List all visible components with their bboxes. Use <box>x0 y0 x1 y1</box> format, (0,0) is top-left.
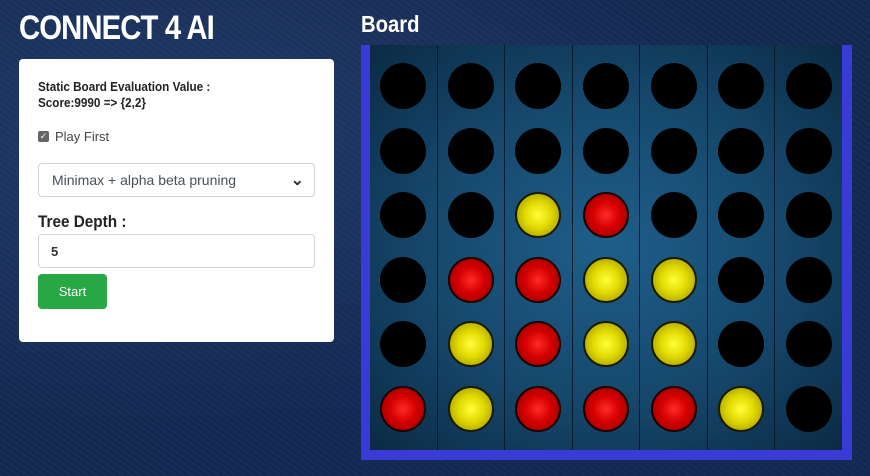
board-column-1[interactable] <box>370 45 438 450</box>
empty-slot <box>583 127 630 174</box>
yellow-disc <box>718 385 765 432</box>
empty-slot <box>380 127 427 174</box>
board-column-3[interactable] <box>505 45 573 450</box>
red-disc <box>515 385 562 432</box>
empty-slot <box>447 127 494 174</box>
evaluation-display: Static Board Evaluation Value : Score:99… <box>38 79 210 111</box>
empty-slot <box>718 127 765 174</box>
empty-slot <box>718 256 765 303</box>
algorithm-select[interactable]: Minimax + alpha beta pruning ⌄ <box>38 163 315 197</box>
yellow-disc <box>650 321 697 368</box>
empty-slot <box>380 192 427 239</box>
evaluation-score: Score:9990 => {2,2} <box>38 95 146 110</box>
empty-slot <box>380 321 427 368</box>
tree-depth-value: 5 <box>51 243 59 259</box>
empty-slot <box>380 63 427 110</box>
empty-slot <box>718 192 765 239</box>
yellow-disc <box>447 385 494 432</box>
algorithm-selected-value: Minimax + alpha beta pruning <box>52 172 237 188</box>
empty-slot <box>650 192 697 239</box>
red-disc <box>447 256 494 303</box>
empty-slot <box>515 127 562 174</box>
start-button[interactable]: Start <box>38 274 107 309</box>
board-column-2[interactable] <box>438 45 506 450</box>
game-board <box>370 45 842 450</box>
tree-depth-label: Tree Depth : <box>38 212 127 231</box>
control-panel: Static Board Evaluation Value : Score:99… <box>19 59 334 342</box>
board-column-4[interactable] <box>573 45 641 450</box>
play-first-label: Play First <box>55 129 110 144</box>
evaluation-label: Static Board Evaluation Value : <box>38 79 211 94</box>
empty-slot <box>380 256 427 303</box>
empty-slot <box>785 192 832 239</box>
empty-slot <box>650 127 697 174</box>
red-disc <box>650 385 697 432</box>
empty-slot <box>718 321 765 368</box>
empty-slot <box>785 63 832 110</box>
empty-slot <box>583 63 630 110</box>
yellow-disc <box>583 256 630 303</box>
yellow-disc <box>447 321 494 368</box>
red-disc <box>515 256 562 303</box>
red-disc <box>380 385 427 432</box>
empty-slot <box>785 321 832 368</box>
yellow-disc <box>583 321 630 368</box>
board-column-6[interactable] <box>708 45 776 450</box>
yellow-disc <box>650 256 697 303</box>
empty-slot <box>718 63 765 110</box>
empty-slot <box>785 385 832 432</box>
empty-slot <box>447 63 494 110</box>
red-disc <box>515 321 562 368</box>
red-disc <box>583 192 630 239</box>
empty-slot <box>785 256 832 303</box>
empty-slot <box>447 192 494 239</box>
board-column-5[interactable] <box>640 45 708 450</box>
play-first-checkbox[interactable]: ✓ <box>38 131 49 142</box>
board-column-7[interactable] <box>775 45 842 450</box>
tree-depth-input[interactable]: 5 <box>38 234 315 268</box>
yellow-disc <box>515 192 562 239</box>
empty-slot <box>650 63 697 110</box>
empty-slot <box>785 127 832 174</box>
empty-slot <box>515 63 562 110</box>
board-title: Board <box>361 11 420 37</box>
app-title: CONNECT 4 AI <box>19 9 215 47</box>
red-disc <box>583 385 630 432</box>
play-first-option[interactable]: ✓ Play First <box>38 129 109 144</box>
chevron-down-icon: ⌄ <box>290 172 304 189</box>
